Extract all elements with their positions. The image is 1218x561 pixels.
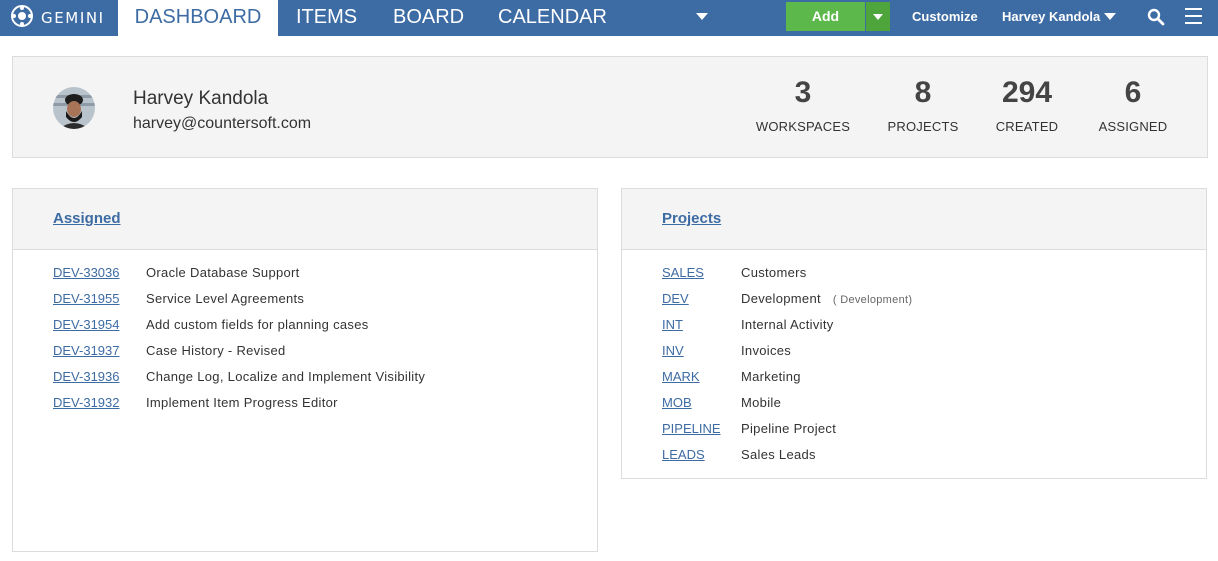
project-code-link[interactable]: MOB xyxy=(662,395,692,410)
stat-value: 294 xyxy=(1001,76,1053,109)
gemini-logo-icon xyxy=(10,4,34,33)
item-id-link[interactable]: DEV-33036 xyxy=(53,265,120,280)
project-name: Development xyxy=(741,291,821,306)
stat-workspaces[interactable]: 3 WORKSPACES xyxy=(751,75,855,134)
project-note: ( Development) xyxy=(832,294,913,306)
assigned-title-link[interactable]: Assigned xyxy=(53,210,121,227)
project-code-link[interactable]: DEV xyxy=(662,291,689,306)
item-id-link[interactable]: DEV-31954 xyxy=(53,317,120,332)
assigned-card-header: Assigned xyxy=(13,189,597,250)
chevron-down-icon xyxy=(1104,13,1117,20)
search-icon[interactable] xyxy=(1147,8,1165,31)
add-button[interactable]: Add xyxy=(786,2,865,31)
projects-card: Projects SALES Customers DEV Development… xyxy=(621,188,1207,479)
project-name: Sales Leads xyxy=(741,447,816,462)
item-title: Implement Item Progress Editor xyxy=(146,395,338,410)
top-nav-bar: GEMINI DASHBOARD ITEMS BOARD CALENDAR Ad… xyxy=(0,0,1218,36)
user-menu-label: Harvey Kandola xyxy=(1002,9,1101,24)
profile-summary: Harvey Kandola harvey@countersoft.com 3 … xyxy=(12,56,1208,158)
stat-value: 6 xyxy=(1124,76,1142,109)
projects-card-header: Projects xyxy=(622,189,1206,250)
project-name: Mobile xyxy=(741,395,782,410)
item-title: Service Level Agreements xyxy=(146,291,305,306)
tab-dashboard[interactable]: DASHBOARD xyxy=(118,0,278,36)
assigned-card: Assigned DEV-33036 Oracle Database Suppo… xyxy=(12,188,598,552)
stat-label: WORKSPACES xyxy=(755,119,851,134)
project-code-link[interactable]: INT xyxy=(662,317,683,332)
profile-name: Harvey Kandola xyxy=(133,88,269,109)
stat-label: PROJECTS xyxy=(887,119,959,134)
customize-link[interactable]: Customize xyxy=(912,9,978,24)
project-code-link[interactable]: SALES xyxy=(662,265,704,280)
tab-calendar[interactable]: CALENDAR xyxy=(498,0,607,36)
stat-label: CREATED xyxy=(995,119,1059,134)
logo[interactable]: GEMINI xyxy=(10,4,105,33)
project-name: Pipeline Project xyxy=(741,421,837,436)
project-code-link[interactable]: LEADS xyxy=(662,447,705,462)
tab-board[interactable]: BOARD xyxy=(393,0,464,36)
logo-text: GEMINI xyxy=(41,9,105,27)
item-id-link[interactable]: DEV-31932 xyxy=(53,395,120,410)
project-code-link[interactable]: INV xyxy=(662,343,684,358)
item-title: Case History - Revised xyxy=(146,343,286,358)
project-name: Customers xyxy=(741,265,807,280)
item-id-link[interactable]: DEV-31936 xyxy=(53,369,120,384)
item-id-link[interactable]: DEV-31955 xyxy=(53,291,120,306)
item-title: Change Log, Localize and Implement Visib… xyxy=(146,369,426,384)
hamburger-menu-icon[interactable] xyxy=(1185,8,1202,29)
project-name: Marketing xyxy=(741,369,801,384)
stat-label: ASSIGNED xyxy=(1098,119,1168,134)
stat-assigned[interactable]: 6 ASSIGNED xyxy=(1093,75,1173,134)
stat-value: 8 xyxy=(914,76,932,109)
avatar xyxy=(53,87,95,129)
project-name: Invoices xyxy=(741,343,792,358)
item-id-link[interactable]: DEV-31937 xyxy=(53,343,120,358)
stat-projects[interactable]: 8 PROJECTS xyxy=(885,75,961,134)
projects-title-link[interactable]: Projects xyxy=(662,210,721,227)
stat-created[interactable]: 294 CREATED xyxy=(991,75,1063,134)
profile-email: harvey@countersoft.com xyxy=(133,115,312,132)
project-code-link[interactable]: MARK xyxy=(662,369,700,384)
item-title: Oracle Database Support xyxy=(146,265,300,280)
stat-value: 3 xyxy=(794,76,812,109)
project-code-link[interactable]: PIPELINE xyxy=(662,421,721,436)
chevron-down-icon[interactable] xyxy=(696,13,708,20)
add-dropdown-button[interactable] xyxy=(866,2,890,31)
item-title: Add custom fields for planning cases xyxy=(146,317,369,332)
tab-items[interactable]: ITEMS xyxy=(296,0,357,36)
project-name: Internal Activity xyxy=(741,317,834,332)
user-menu[interactable]: Harvey Kandola xyxy=(1002,9,1117,24)
